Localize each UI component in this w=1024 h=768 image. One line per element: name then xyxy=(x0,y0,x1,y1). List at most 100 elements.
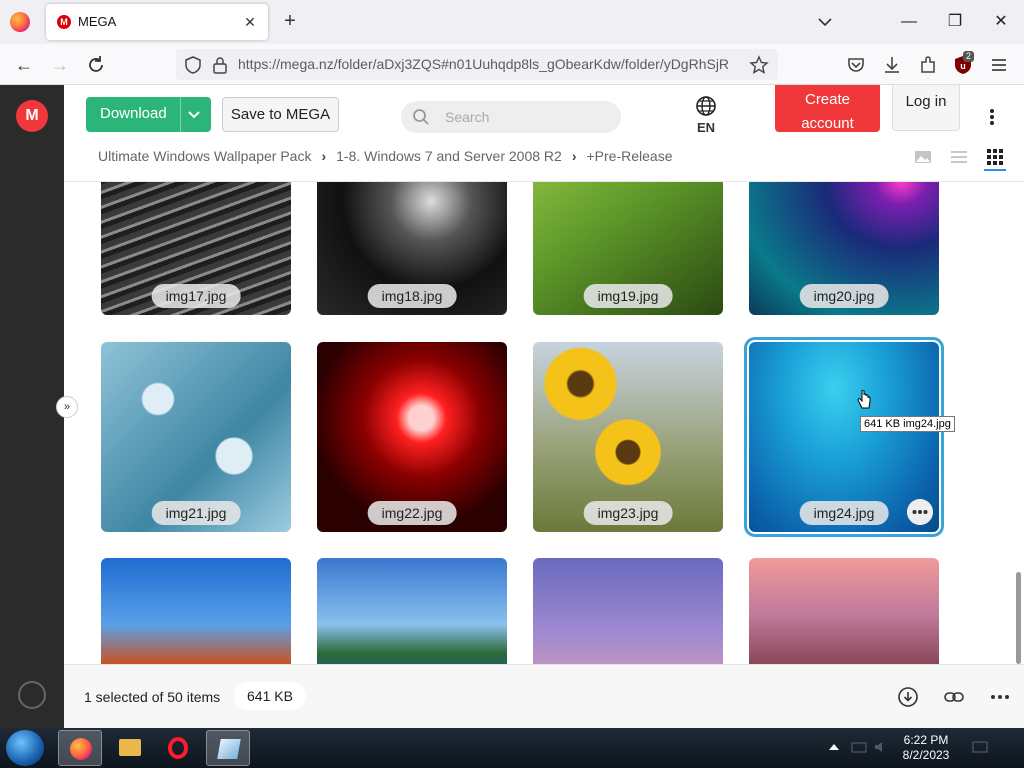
selection-footer: 1 selected of 50 items 641 KB xyxy=(64,664,1024,728)
file-tile[interactable] xyxy=(101,558,291,664)
mega-logo-icon[interactable]: M xyxy=(16,100,48,132)
taskbar-opera[interactable] xyxy=(156,730,200,766)
file-name-label: img17.jpg xyxy=(151,284,241,308)
volume-icon[interactable] xyxy=(873,740,889,754)
window-restore-button[interactable]: ❐ xyxy=(943,10,967,34)
browser-tab-mega[interactable]: M MEGA ✕ xyxy=(46,4,268,40)
scrollbar[interactable] xyxy=(1014,182,1024,664)
file-tile[interactable]: img21.jpg xyxy=(101,342,291,532)
ublock-count-badge: 2 xyxy=(963,51,975,62)
tab-list-chevron-icon[interactable] xyxy=(815,12,835,32)
pocket-icon[interactable] xyxy=(845,54,867,76)
firefox-icon[interactable] xyxy=(10,12,30,32)
file-tile[interactable] xyxy=(533,558,723,664)
file-name-label: img19.jpg xyxy=(583,284,673,308)
save-to-mega-button[interactable]: Save to MEGA xyxy=(222,97,339,132)
more-vertical-icon[interactable] xyxy=(984,107,1000,127)
chevron-down-icon[interactable] xyxy=(186,106,202,122)
hamburger-menu-icon[interactable] xyxy=(988,54,1010,76)
url-text[interactable]: https://mega.nz/folder/aDxj3ZQS#n01Uuhqd… xyxy=(238,56,729,72)
file-name-label: img22.jpg xyxy=(367,501,457,525)
windows-taskbar: 6:22 PM 8/2/2023 xyxy=(0,728,1024,768)
breadcrumb-item[interactable]: Ultimate Windows Wallpaper Pack xyxy=(98,148,311,164)
taskbar-clock[interactable]: 6:22 PM 8/2/2023 xyxy=(896,733,956,763)
search-icon xyxy=(413,109,429,125)
new-tab-button[interactable]: + xyxy=(280,11,300,32)
app-window-icon xyxy=(217,739,241,759)
active-view-indicator xyxy=(984,169,1006,171)
file-tile[interactable]: img17.jpg xyxy=(101,182,291,315)
tab-close-icon[interactable]: ✕ xyxy=(240,12,260,32)
sync-icon[interactable] xyxy=(18,681,46,709)
file-tile[interactable] xyxy=(317,558,507,664)
taskbar-firefox[interactable] xyxy=(58,730,102,766)
bookmark-star-icon[interactable] xyxy=(749,55,769,75)
search-input[interactable] xyxy=(445,107,605,127)
back-icon[interactable]: ← xyxy=(12,53,36,77)
forward-icon[interactable]: → xyxy=(48,53,72,77)
file-tile[interactable] xyxy=(749,558,939,664)
thumbnail-view-icon[interactable] xyxy=(914,148,932,166)
link-icon[interactable] xyxy=(943,686,965,708)
selection-count: 1 selected of 50 items xyxy=(84,689,221,705)
breadcrumb-item[interactable]: +Pre-Release xyxy=(586,148,672,164)
window-close-button[interactable]: ✕ xyxy=(989,10,1013,34)
download-label: Download xyxy=(100,105,167,122)
mega-header: Download Save to MEGA EN Create account … xyxy=(64,85,1024,182)
file-name-label: img18.jpg xyxy=(367,284,457,308)
login-button[interactable]: Log in xyxy=(892,85,960,131)
firefox-icon xyxy=(70,738,92,760)
file-tile[interactable]: img23.jpg xyxy=(533,342,723,532)
more-horizontal-icon[interactable] xyxy=(989,686,1011,708)
start-button-icon[interactable] xyxy=(6,730,44,766)
grid-view-icon[interactable] xyxy=(986,148,1004,166)
browser-tab-bar: M MEGA ✕ + — ❐ ✕ xyxy=(0,0,1024,44)
file-name-label: img21.jpg xyxy=(151,501,241,525)
downloads-icon[interactable] xyxy=(881,54,903,76)
create-account-line2: account xyxy=(801,115,854,132)
mega-side-rail: M xyxy=(0,85,64,728)
mega-favicon-icon: M xyxy=(57,15,71,29)
create-account-line1: Create xyxy=(804,91,851,108)
lock-icon[interactable] xyxy=(210,55,230,75)
url-bar[interactable]: https://mega.nz/folder/aDxj3ZQS#n01Uuhqd… xyxy=(176,49,778,80)
file-tile[interactable]: img18.jpg xyxy=(317,182,507,315)
language-label: EN xyxy=(696,120,716,135)
file-tile[interactable]: img22.jpg xyxy=(317,342,507,532)
taskbar-app[interactable] xyxy=(206,730,250,766)
download-circle-icon[interactable] xyxy=(897,686,919,708)
extensions-puzzle-icon[interactable] xyxy=(917,54,939,76)
show-hidden-icons-icon[interactable] xyxy=(826,740,842,754)
download-button[interactable]: Download xyxy=(86,97,211,132)
svg-text:u: u xyxy=(960,61,966,71)
notification-icon[interactable] xyxy=(972,740,988,754)
language-selector[interactable]: EN xyxy=(689,95,723,139)
selection-size-badge: 641 KB xyxy=(234,682,306,710)
breadcrumb: Ultimate Windows Wallpaper Pack › 1-8. Win… xyxy=(98,148,672,164)
scrollbar-thumb[interactable] xyxy=(1016,572,1021,664)
shield-icon[interactable] xyxy=(183,55,203,75)
breadcrumb-item[interactable]: 1-8. Windows 7 and Server 2008 R2 xyxy=(336,148,562,164)
file-name-label: img20.jpg xyxy=(799,284,889,308)
globe-icon xyxy=(696,96,716,116)
file-tile-selected[interactable]: img24.jpg xyxy=(744,337,944,537)
search-box[interactable] xyxy=(401,101,621,133)
file-tile[interactable]: img19.jpg xyxy=(533,182,723,315)
reload-icon[interactable] xyxy=(84,53,108,77)
folder-icon xyxy=(119,739,141,756)
file-name-label: img24.jpg xyxy=(799,501,889,525)
network-icon[interactable] xyxy=(851,740,867,754)
create-account-button[interactable]: Create account xyxy=(775,85,880,132)
expand-sidebar-icon[interactable]: » xyxy=(56,396,78,418)
opera-icon xyxy=(168,737,188,759)
file-tile[interactable]: img20.jpg xyxy=(749,182,939,315)
file-name-label: img23.jpg xyxy=(583,501,673,525)
more-horizontal-icon[interactable] xyxy=(907,499,933,525)
hand-cursor-icon xyxy=(857,390,871,409)
file-tooltip: 641 KB img24.jpg xyxy=(860,416,955,432)
taskbar-explorer[interactable] xyxy=(108,730,152,766)
window-minimize-button[interactable]: — xyxy=(897,10,921,34)
browser-nav-bar: ← → https://mega.nz/folder/aDxj3ZQS#n01U… xyxy=(0,44,1024,85)
download-divider xyxy=(180,97,181,132)
list-view-icon[interactable] xyxy=(950,148,968,166)
